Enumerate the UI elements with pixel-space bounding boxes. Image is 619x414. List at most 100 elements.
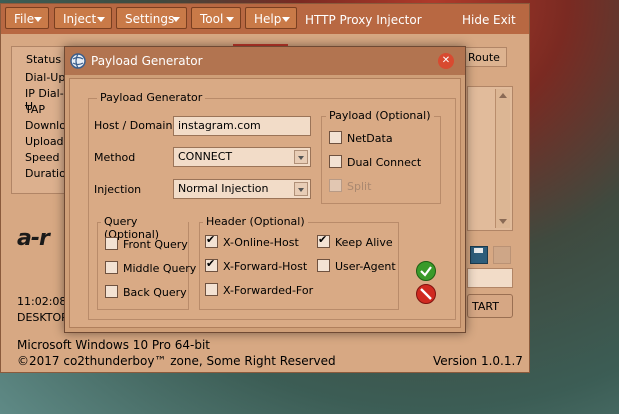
host-input[interactable]: instagram.com xyxy=(173,116,311,136)
split-checkbox: Split xyxy=(329,179,371,193)
cancel-icon xyxy=(420,288,432,300)
dialog-titlebar: Payload Generator ✕ xyxy=(65,47,465,75)
menu-help-label: Help xyxy=(254,12,282,26)
split-label: Split xyxy=(347,180,372,193)
host-label: Host / Domain xyxy=(94,119,173,132)
menu-inject[interactable]: Inject xyxy=(54,7,112,29)
os-info: Microsoft Windows 10 Pro 64-bit xyxy=(17,338,210,352)
status-item: Speed xyxy=(25,151,60,164)
user-agent-label: User-Agent xyxy=(335,260,396,273)
checkbox-box[interactable] xyxy=(205,283,218,296)
query-optional-group: Query (Optional) Front Query Middle Quer… xyxy=(97,215,196,310)
front-query-label: Front Query xyxy=(123,238,188,251)
netdata-checkbox[interactable]: NetData xyxy=(329,131,393,145)
payload-generator-group: Payload Generator Host / Domain instagra… xyxy=(88,91,456,320)
method-select-value: CONNECT xyxy=(178,150,233,163)
chevron-down-icon xyxy=(34,17,42,22)
chevron-down-icon[interactable] xyxy=(294,182,308,196)
menu-bar: File Inject Settings Tool Help HTTP Prox… xyxy=(1,4,529,34)
payload-generator-group-title: Payload Generator xyxy=(97,91,206,104)
menu-tool[interactable]: Tool xyxy=(191,7,241,29)
checkbox-box[interactable] xyxy=(317,259,330,272)
status-group: Status I Dial-Up IP Dial-U TAP Downlo Up… xyxy=(11,46,73,194)
checkbox-box[interactable] xyxy=(329,131,342,144)
back-query-checkbox[interactable]: Back Query xyxy=(105,285,187,299)
injection-select-value: Normal Injection xyxy=(178,182,269,195)
checkbox-box[interactable] xyxy=(105,285,118,298)
front-query-checkbox[interactable]: Front Query xyxy=(105,237,188,251)
user-agent-checkbox[interactable]: User-Agent xyxy=(317,259,396,273)
menu-tool-label: Tool xyxy=(200,12,224,26)
open-icon[interactable] xyxy=(493,246,511,264)
payload-optional-title: Payload (Optional) xyxy=(326,109,434,122)
log-scrollbar[interactable] xyxy=(495,89,510,228)
status-item: Upload xyxy=(25,135,64,148)
menu-settings-label: Settings xyxy=(125,12,175,26)
middle-query-label: Middle Query xyxy=(123,262,197,275)
ok-button[interactable] xyxy=(416,261,436,281)
status-group-title: Status I xyxy=(26,53,68,66)
method-label: Method xyxy=(94,151,136,164)
app-logo: a-r xyxy=(17,226,50,251)
dual-connect-checkbox[interactable]: Dual Connect xyxy=(329,155,421,169)
injection-select[interactable]: Normal Injection xyxy=(173,179,311,199)
x-forwarded-for-checkbox[interactable]: X-Forwarded-For xyxy=(205,283,313,297)
app-globe-icon xyxy=(70,53,86,69)
check-icon xyxy=(420,266,432,277)
back-query-label: Back Query xyxy=(123,286,187,299)
x-online-host-checkbox[interactable]: X-Online-Host xyxy=(205,233,299,249)
tab-route-label: Route xyxy=(468,51,500,64)
save-icon[interactable] xyxy=(470,246,488,264)
menu-help[interactable]: Help xyxy=(245,7,297,29)
checkbox-box[interactable] xyxy=(105,261,118,274)
checkbox-box-checked[interactable] xyxy=(205,233,218,248)
start-button[interactable]: TART xyxy=(467,294,513,318)
hide-button[interactable]: Hide xyxy=(462,13,489,27)
keep-alive-label: Keep Alive xyxy=(335,236,393,249)
checkbox-box[interactable] xyxy=(329,155,342,168)
keep-alive-checkbox[interactable]: Keep Alive xyxy=(317,233,393,249)
checkbox-box-checked[interactable] xyxy=(205,257,218,272)
chevron-down-icon xyxy=(226,17,234,22)
version-label: Version 1.0.1.7 xyxy=(433,354,523,368)
cancel-button[interactable] xyxy=(416,284,436,304)
checkbox-box-checked[interactable] xyxy=(317,233,330,248)
x-forwarded-for-label: X-Forwarded-For xyxy=(223,284,314,297)
status-item: TAP xyxy=(25,103,46,116)
chevron-down-icon xyxy=(172,17,180,22)
netdata-label: NetData xyxy=(347,132,393,145)
menu-inject-label: Inject xyxy=(63,12,97,26)
checkbox-box xyxy=(329,179,342,192)
payload-optional-group: Payload (Optional) NetData Dual Connect … xyxy=(321,109,441,204)
exit-button[interactable]: Exit xyxy=(493,13,516,27)
method-select[interactable]: CONNECT xyxy=(173,147,311,167)
x-forward-host-label: X-Forward-Host xyxy=(223,260,308,273)
host-input-value: instagram.com xyxy=(178,119,261,132)
scroll-up-icon[interactable] xyxy=(499,93,507,98)
copyright: ©2017 co2thunderboy™ zone, Some Right Re… xyxy=(17,354,336,368)
input-field[interactable] xyxy=(467,268,513,288)
middle-query-checkbox[interactable]: Middle Query xyxy=(105,261,196,275)
app-title: HTTP Proxy Injector xyxy=(305,13,422,27)
header-optional-group: Header (Optional) X-Online-Host Keep Ali… xyxy=(199,215,399,310)
menu-file-label: File xyxy=(14,12,35,26)
checkbox-box[interactable] xyxy=(105,237,118,250)
x-forward-host-checkbox[interactable]: X-Forward-Host xyxy=(205,257,308,273)
chevron-down-icon xyxy=(282,17,290,22)
chevron-down-icon xyxy=(97,17,105,22)
menu-file[interactable]: File xyxy=(5,7,49,29)
payload-generator-dialog: Payload Generator ✕ Payload Generator Ho… xyxy=(64,46,466,333)
close-icon[interactable]: ✕ xyxy=(438,53,454,69)
header-optional-title: Header (Optional) xyxy=(203,215,308,228)
chevron-down-icon[interactable] xyxy=(294,150,308,164)
log-area[interactable] xyxy=(467,86,513,231)
tab-route[interactable]: Route xyxy=(459,47,507,67)
save-icon-label xyxy=(474,248,483,253)
dual-connect-label: Dual Connect xyxy=(347,156,422,169)
start-button-label: TART xyxy=(472,300,499,313)
menu-settings[interactable]: Settings xyxy=(116,7,187,29)
scroll-down-icon[interactable] xyxy=(499,219,507,224)
x-online-host-label: X-Online-Host xyxy=(223,236,299,249)
status-item: Dial-Up xyxy=(25,71,66,84)
status-item: Downlo xyxy=(25,119,66,132)
